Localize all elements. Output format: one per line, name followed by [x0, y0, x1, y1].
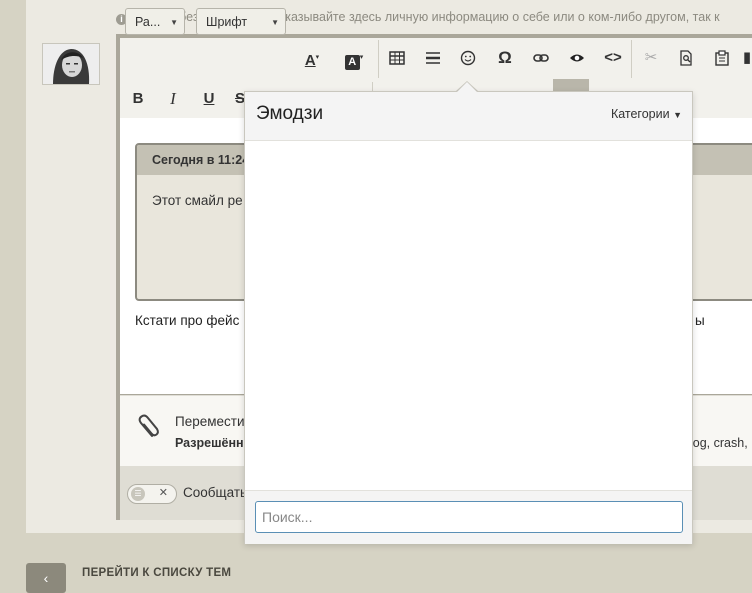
text-color-icon: A — [304, 52, 316, 69]
underline-button[interactable]: U — [199, 87, 219, 111]
paperclip-icon[interactable] — [132, 412, 162, 444]
clipboard-icon — [715, 50, 729, 66]
toolbar-divider — [631, 40, 632, 78]
avatar[interactable] — [42, 43, 100, 85]
caret-down-icon: ▼ — [673, 110, 682, 120]
popup-arrow-fill — [457, 82, 477, 92]
message-text: Кстати про фейс — [135, 313, 240, 328]
close-icon: ✕ — [158, 487, 168, 499]
toolbar-overflow-button[interactable]: ▮ — [742, 46, 752, 70]
font-dropdown-label: Шрифт — [206, 15, 248, 29]
horizontal-line-icon — [426, 52, 440, 64]
italic-icon: I — [170, 89, 176, 108]
bold-button[interactable]: B — [128, 87, 148, 111]
cut-button[interactable]: ✂ — [639, 46, 663, 70]
categories-label: Категории — [610, 107, 670, 121]
bold-icon: B — [132, 90, 144, 107]
paragraph-dropdown[interactable]: Ра... ▼ — [125, 8, 185, 35]
categories-dropdown[interactable]: Категории ▼ — [611, 107, 682, 121]
chevron-down-icon: ▼ — [271, 18, 279, 27]
italic-button[interactable]: I — [163, 87, 183, 111]
source-code-button[interactable]: <> — [601, 46, 625, 70]
avatar-image — [43, 44, 99, 84]
smiley-icon — [460, 50, 476, 66]
back-to-topics-label[interactable]: ПЕРЕЙТИ К СПИСКУ ТЕМ — [82, 567, 231, 579]
allowed-extensions-list: log, crash, — [690, 436, 748, 450]
link-button[interactable] — [529, 46, 553, 70]
emoji-grid — [245, 141, 692, 489]
paste-button[interactable] — [710, 46, 734, 70]
back-to-topics-button[interactable]: ‹ — [26, 563, 66, 593]
emoji-button[interactable] — [456, 46, 480, 70]
table-button[interactable] — [385, 46, 409, 70]
emoji-popup-footer — [245, 490, 692, 544]
toolbar-divider — [378, 40, 379, 78]
special-char-button[interactable]: Ω — [493, 46, 517, 70]
eye-icon — [570, 54, 584, 62]
attach-files-label[interactable]: Переместит — [175, 414, 251, 429]
emoji-popup-header: Эмодзи Категории ▼ — [245, 92, 692, 141]
font-dropdown[interactable]: Шрифт ▼ — [196, 8, 286, 35]
notify-toggle[interactable]: ☰ ✕ — [127, 484, 177, 504]
notify-toggle-label: Сообщать — [183, 485, 248, 500]
background-color-icon: A — [344, 55, 360, 70]
find-icon — [680, 50, 692, 66]
find-button[interactable] — [674, 46, 698, 70]
omega-icon: Ω — [498, 48, 512, 67]
emoji-popup: Эмодзи Категории ▼ — [244, 91, 693, 544]
link-icon — [533, 54, 549, 62]
underline-icon: U — [203, 90, 215, 107]
emoji-search-input[interactable] — [255, 501, 683, 533]
message-text-tail: ы — [695, 313, 705, 328]
scissors-icon: ✂ — [644, 49, 658, 66]
background-color-button[interactable]: A ▾ — [340, 46, 368, 70]
emoji-popup-title: Эмодзи — [256, 103, 324, 124]
more-icon: ▮ — [742, 49, 752, 66]
paragraph-dropdown-label: Ра... — [135, 15, 161, 29]
menu-icon: ☰ — [131, 487, 145, 501]
table-icon — [389, 51, 405, 65]
allowed-extensions-label: Разрешённ — [175, 436, 244, 450]
horizontal-line-button[interactable] — [421, 46, 445, 70]
chevron-down-icon: ▼ — [170, 18, 178, 27]
preview-button[interactable] — [565, 46, 589, 70]
code-icon: <> — [604, 49, 622, 66]
text-color-button[interactable]: A▾ — [300, 46, 324, 70]
